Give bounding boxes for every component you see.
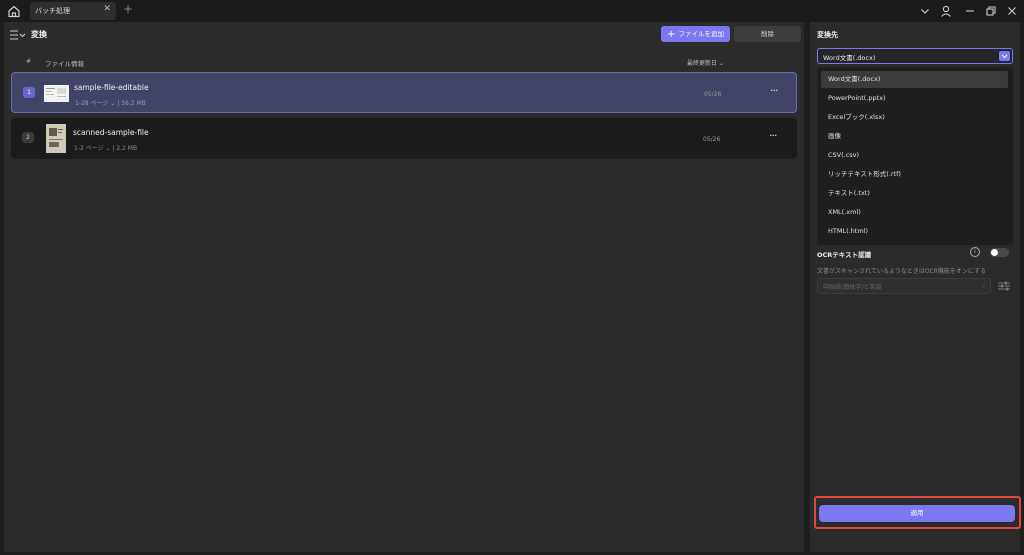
output-format-dropdown: Word文書(.docx) PowerPoint(.pptx) Excelブック… <box>817 67 1013 245</box>
home-icon[interactable] <box>6 4 22 18</box>
chevron-down-icon[interactable] <box>918 4 932 18</box>
plus-icon: + <box>667 29 676 40</box>
format-option-xml[interactable]: XML(.xml) <box>821 204 1008 221</box>
more-options-icon[interactable]: ··· <box>770 84 778 97</box>
column-header-index: # <box>26 58 32 65</box>
file-row[interactable]: 2 scanned-sample-file 1-2 ページ ⌄ | 2.2 MB… <box>11 118 797 159</box>
menu-icon[interactable] <box>10 30 26 40</box>
file-name: sample-file-editable <box>74 83 149 92</box>
column-header-file-info: ファイル情報 <box>45 60 84 68</box>
sliders-icon[interactable] <box>998 281 1010 291</box>
file-name: scanned-sample-file <box>73 128 149 137</box>
output-format-heading: 変換先 <box>817 31 838 39</box>
minimize-icon[interactable] <box>963 4 977 18</box>
format-option-xlsx[interactable]: Excelブック(.xlsx) <box>821 109 1008 126</box>
chevron-down-icon: ⌄ <box>980 282 986 289</box>
delete-button[interactable]: 削除 <box>734 26 801 42</box>
ocr-description: 文書がスキャンされているようなときはOCR機能をオンにする <box>817 268 986 275</box>
add-file-button[interactable]: + ファイルを追加 <box>661 26 730 42</box>
more-options-icon[interactable]: ··· <box>769 129 777 142</box>
page-title: 変換 <box>31 30 47 39</box>
new-tab-icon[interactable]: + <box>123 3 133 15</box>
format-option-docx[interactable]: Word文書(.docx) <box>821 71 1008 88</box>
info-icon[interactable]: i <box>970 247 980 257</box>
apply-button[interactable]: 適用 <box>819 505 1015 522</box>
close-tab-icon[interactable]: ✕ <box>103 5 111 14</box>
row-number: 1 <box>23 87 35 98</box>
format-option-image[interactable]: 画像 <box>821 128 1008 145</box>
restore-icon[interactable] <box>984 4 998 18</box>
output-format-select[interactable]: Word文書(.docx) <box>817 48 1013 64</box>
file-page-range[interactable]: 1-2 ページ ⌄ | 2.2 MB <box>74 143 137 152</box>
account-icon[interactable] <box>939 4 953 18</box>
row-number: 2 <box>22 132 34 143</box>
ocr-label: OCRテキスト認識 <box>817 251 872 259</box>
column-header-modified-date[interactable]: 最終更新日 ⌄ <box>687 58 724 67</box>
close-window-icon[interactable] <box>1005 4 1019 18</box>
file-row[interactable]: 1 sample-file-editable 1-28 ページ ⌄ | 16.2… <box>11 72 797 113</box>
add-file-label: ファイルを追加 <box>678 30 724 38</box>
output-format-value: Word文書(.docx) <box>823 54 876 62</box>
title-bar: バッチ処理 ✕ + <box>0 0 1024 22</box>
file-thumbnail <box>44 85 69 102</box>
file-list-panel: 変換 + ファイルを追加 削除 # ファイル情報 最終更新日 ⌄ 1 sample… <box>4 22 804 552</box>
format-option-rtf[interactable]: リッチテキスト形式(.rtf) <box>821 166 1008 183</box>
file-modified-date: 05/26 <box>704 91 722 98</box>
conversion-settings-panel: 変換先 Word文書(.docx) Word文書(.docx) PowerPoi… <box>810 22 1020 552</box>
tab-label: バッチ処理 <box>35 7 70 15</box>
file-page-range[interactable]: 1-28 ページ ⌄ | 16.2 MB <box>75 98 146 107</box>
ocr-language-value: 中国語(簡体字)と英語 <box>823 284 882 291</box>
format-option-txt[interactable]: テキスト(.txt) <box>821 185 1008 202</box>
format-option-html[interactable]: HTML(.html) <box>821 223 1008 240</box>
file-thumbnail <box>46 124 66 153</box>
tab-batch[interactable]: バッチ処理 ✕ <box>30 2 116 20</box>
ocr-language-select[interactable]: 中国語(簡体字)と英語 ⌄ <box>817 278 991 294</box>
format-option-pptx[interactable]: PowerPoint(.pptx) <box>821 90 1008 107</box>
file-modified-date: 05/26 <box>703 136 721 143</box>
chevron-down-icon[interactable] <box>999 51 1010 61</box>
ocr-toggle[interactable] <box>990 248 1009 257</box>
format-option-csv[interactable]: CSV(.csv) <box>821 147 1008 164</box>
